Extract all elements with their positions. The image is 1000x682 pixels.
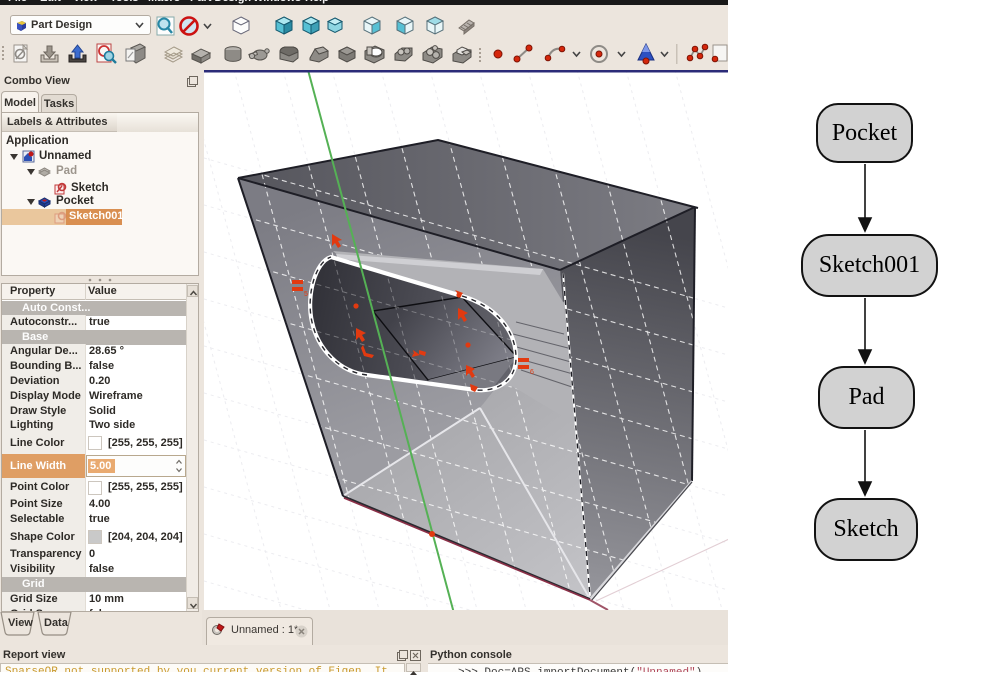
svg-text:5: 5 (304, 291, 308, 298)
svg-text:Data: Data (44, 617, 69, 629)
svg-text:View: View (8, 617, 33, 629)
svg-text:6: 6 (530, 369, 534, 376)
